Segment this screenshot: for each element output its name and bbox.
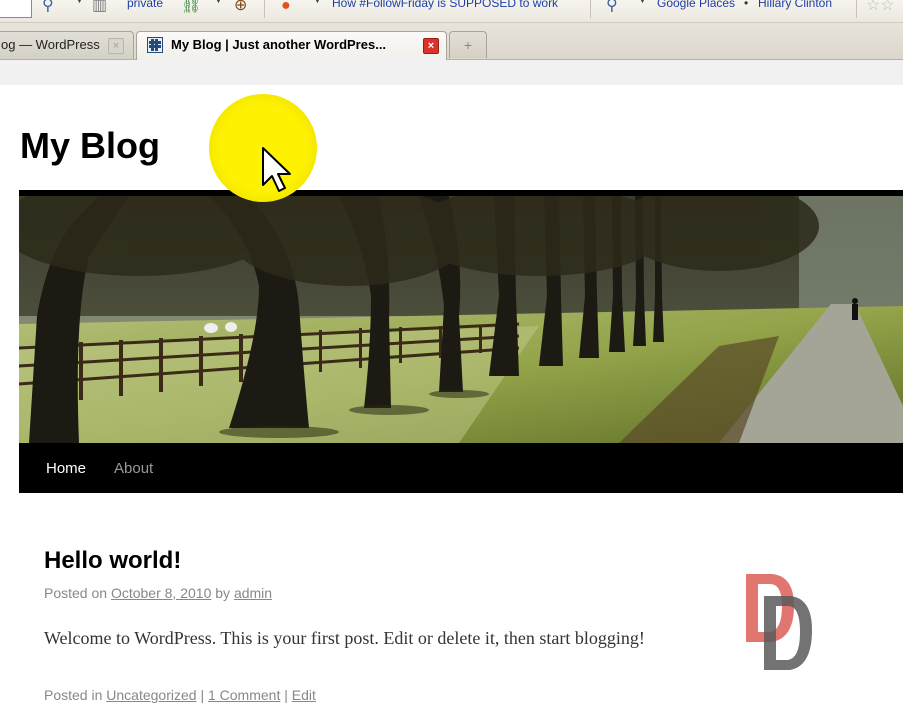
toolbar-separator — [590, 0, 591, 18]
bookmarks-icon[interactable]: ▥ — [92, 0, 107, 15]
tab-label: og — WordPress — [1, 37, 100, 52]
post-footer-meta: Posted in Uncategorized | 1 Comment | Ed… — [44, 686, 316, 704]
new-tab-button[interactable]: + — [449, 31, 487, 58]
fire-icon[interactable]: ● — [281, 0, 291, 15]
toolbar-separator — [264, 0, 265, 18]
post-date-link[interactable]: October 8, 2010 — [111, 585, 211, 601]
mouse-pointer-icon — [262, 147, 291, 192]
posted-on-label: Posted on — [44, 585, 108, 601]
compass-icon[interactable]: ⊕ — [234, 0, 247, 15]
main-nav: Home About — [19, 443, 903, 493]
posted-in-label: Posted in — [44, 687, 103, 703]
magnifier-icon[interactable]: ⚲ — [606, 0, 618, 15]
category-link[interactable]: Uncategorized — [106, 687, 196, 703]
search-icon[interactable]: ⚲ — [42, 0, 54, 15]
post-author-link[interactable]: admin — [234, 585, 272, 601]
bookmark-google-places[interactable]: Google Places — [657, 0, 735, 10]
link-icon[interactable]: ⛓ — [181, 0, 201, 15]
nav-item-about[interactable]: About — [114, 443, 153, 495]
comments-link[interactable]: 1 Comment — [208, 687, 280, 703]
post-title[interactable]: Hello world! — [44, 546, 181, 576]
dd-logo-watermark — [746, 574, 812, 670]
meta-separator: | — [200, 687, 205, 703]
tab-wordpress-admin[interactable]: og — WordPress × — [0, 31, 134, 59]
edit-link[interactable]: Edit — [292, 687, 316, 703]
plus-icon: + — [463, 37, 473, 53]
bookmark-followfriday[interactable]: How #FollowFriday is SUPPOSED to work — [332, 0, 558, 10]
post-content: Welcome to WordPress. This is your first… — [44, 628, 645, 648]
bookmark-hillary-clinton[interactable]: Hillary Clinton — [758, 0, 832, 10]
tab-label: My Blog | Just another WordPres... — [171, 37, 387, 52]
nav-item-home[interactable]: Home — [46, 443, 86, 495]
header-image — [19, 190, 903, 449]
star-icon[interactable]: ☆☆ — [866, 0, 895, 15]
grid-favicon-icon — [147, 37, 163, 53]
chevron-down-icon[interactable]: ▼ — [75, 0, 84, 5]
site-title[interactable]: My Blog — [20, 124, 160, 168]
chevron-down-icon[interactable]: ▼ — [214, 0, 223, 5]
toolbar-search-field[interactable] — [0, 0, 32, 18]
post-meta: Posted on October 8, 2010 by admin — [44, 584, 272, 602]
tab-bar: og — WordPress × My Blog | Just another … — [0, 23, 903, 60]
close-icon[interactable]: × — [423, 38, 439, 54]
toolbar-separator — [856, 0, 857, 18]
bookmark-separator: • — [744, 0, 749, 10]
meta-separator: | — [284, 687, 288, 703]
close-icon[interactable]: × — [108, 38, 124, 54]
by-label: by — [215, 585, 231, 601]
bookmark-private[interactable]: private — [127, 0, 163, 10]
bookmarks-toolbar: ⚲ ▼ ▥ private ⛓ ▼ ⊕ ● ▼ How #FollowFrida… — [0, 0, 903, 23]
chevron-down-icon[interactable]: ▼ — [638, 0, 647, 5]
tab-my-blog[interactable]: My Blog | Just another WordPres... × — [136, 31, 447, 60]
page-top-strip — [0, 60, 903, 85]
chevron-down-icon[interactable]: ▼ — [313, 0, 322, 5]
